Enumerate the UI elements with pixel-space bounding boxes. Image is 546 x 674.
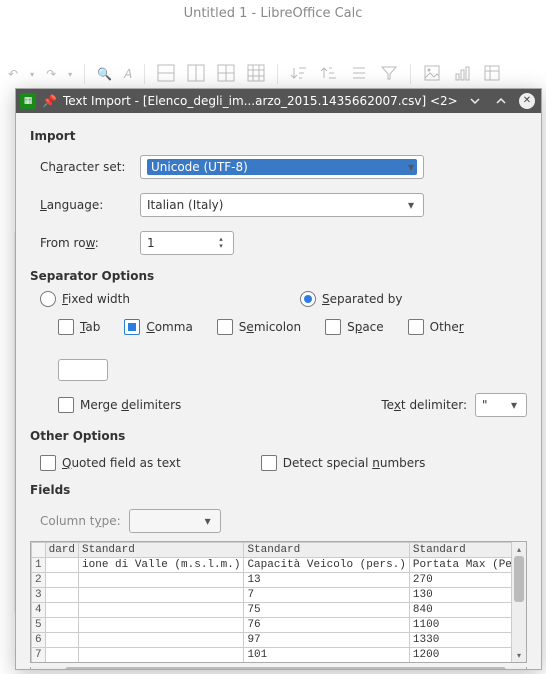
app-icon: ▦	[20, 93, 36, 109]
bg-window-title: Untitled 1 - LibreOffice Calc	[0, 6, 546, 21]
chevron-down-icon: ▾	[68, 70, 72, 79]
quoted-field-checkbox[interactable]	[40, 455, 56, 471]
detect-numbers-checkbox[interactable]	[261, 455, 277, 471]
comma-label: Comma	[146, 320, 192, 334]
scrollbar-thumb[interactable]	[65, 667, 506, 669]
col-header[interactable]: Standard	[409, 543, 511, 558]
detect-numbers-label: Detect special numbers	[283, 456, 426, 470]
col-header[interactable]: Standard	[244, 543, 409, 558]
filter-icon	[380, 64, 398, 85]
table-row: 6971330	[32, 633, 512, 648]
search-icon: 🔍	[97, 67, 112, 81]
table-row: 71011200	[32, 648, 512, 663]
scroll-right-icon[interactable]: ▸	[512, 667, 526, 669]
space-label: Space	[347, 320, 384, 334]
column-type-label: Column type:	[40, 514, 121, 528]
bg-toolbar: ↶ ▾ ↷ ▾ 🔍 A	[0, 60, 546, 88]
quoted-field-label: Quoted field as text	[62, 456, 181, 470]
scroll-left-icon[interactable]: ◂	[31, 667, 45, 669]
other-checkbox[interactable]	[408, 319, 424, 335]
separated-by-label: Separated by	[322, 292, 403, 306]
close-button[interactable]: ✕	[517, 91, 537, 111]
col-icon	[187, 64, 205, 85]
scroll-down-icon[interactable]: ▾	[512, 648, 526, 662]
text-delimiter-combo[interactable]: " ▾	[475, 393, 527, 417]
pivot-icon	[483, 64, 501, 85]
chevron-down-icon: ▾	[30, 70, 34, 79]
vertical-scrollbar[interactable]: ▴ ▾	[511, 542, 526, 662]
sort-desc-icon	[320, 64, 338, 85]
semicolon-checkbox[interactable]	[217, 319, 233, 335]
scroll-up-icon[interactable]: ▴	[512, 542, 526, 556]
chart-icon	[453, 64, 471, 85]
scrollbar-thumb[interactable]	[514, 556, 524, 602]
text-import-dialog: ▦ 📌 Text Import - [Elenco_degli_im...arz…	[15, 88, 542, 670]
table-row: 1ione di Valle (m.s.l.m.)Capacità Veicol…	[32, 558, 512, 573]
undo-icon: ↶	[8, 67, 18, 81]
grid-icon	[217, 64, 235, 85]
spinner-arrows-icon: ▴▾	[213, 232, 229, 254]
other-delimiter-field[interactable]	[58, 359, 108, 381]
fixed-width-label: Fixed width	[62, 292, 130, 306]
dialog-titlebar[interactable]: ▦ 📌 Text Import - [Elenco_degli_im...arz…	[16, 89, 541, 113]
preview-grid[interactable]: dard Standard Standard Standard 1ione di…	[30, 541, 527, 663]
pin-icon[interactable]: 📌	[42, 94, 57, 108]
minimize-icon[interactable]	[465, 91, 485, 111]
row-icon	[157, 64, 175, 85]
column-type-combo[interactable]: ▾	[129, 509, 221, 533]
dialog-title: Text Import - [Elenco_degli_im...arzo_20…	[63, 94, 459, 108]
separator-heading: Separator Options	[30, 269, 527, 283]
grid-icon	[247, 64, 265, 85]
from-row-spinner[interactable]: 1 ▴▾	[140, 231, 234, 255]
fixed-width-radio[interactable]	[40, 291, 56, 307]
image-icon	[423, 64, 441, 85]
table-row: 213270	[32, 573, 512, 588]
charset-label: Character set:	[30, 160, 140, 174]
other-options-heading: Other Options	[30, 429, 527, 443]
preview-table: dard Standard Standard Standard 1ione di…	[31, 542, 511, 662]
tab-checkbox[interactable]	[58, 319, 74, 335]
redo-icon: ↷	[46, 67, 56, 81]
sort-icon	[350, 64, 368, 85]
horizontal-scrollbar[interactable]: ◂ ▸	[30, 667, 527, 669]
import-heading: Import	[30, 129, 527, 143]
tab-label: Tab	[80, 320, 100, 334]
charset-combo[interactable]: Unicode (UTF-8) ▾	[140, 155, 424, 179]
semicolon-label: Semicolon	[239, 320, 301, 334]
table-row: 5761100	[32, 618, 512, 633]
space-checkbox[interactable]	[325, 319, 341, 335]
merge-delimiters-label: Merge delimiters	[80, 398, 181, 412]
table-header-row: dard Standard Standard Standard	[32, 543, 512, 558]
text-delimiter-label: Text delimiter:	[381, 398, 467, 412]
maximize-icon[interactable]	[491, 91, 511, 111]
spellcheck-icon: A	[124, 67, 132, 81]
col-header[interactable]: dard	[45, 543, 78, 558]
col-header[interactable]: Standard	[79, 543, 244, 558]
separated-by-radio[interactable]	[300, 291, 316, 307]
sort-asc-icon	[290, 64, 308, 85]
table-row: 475840	[32, 603, 512, 618]
language-combo[interactable]: Italian (Italy) ▾	[140, 193, 424, 217]
comma-checkbox[interactable]	[124, 319, 140, 335]
chevron-down-icon: ▾	[200, 510, 216, 532]
merge-delimiters-checkbox[interactable]	[58, 397, 74, 413]
language-label: Language:	[30, 198, 140, 212]
other-label: Other	[430, 320, 464, 334]
fields-heading: Fields	[30, 483, 527, 497]
from-row-label: From row:	[30, 236, 140, 250]
table-row: 37130	[32, 588, 512, 603]
